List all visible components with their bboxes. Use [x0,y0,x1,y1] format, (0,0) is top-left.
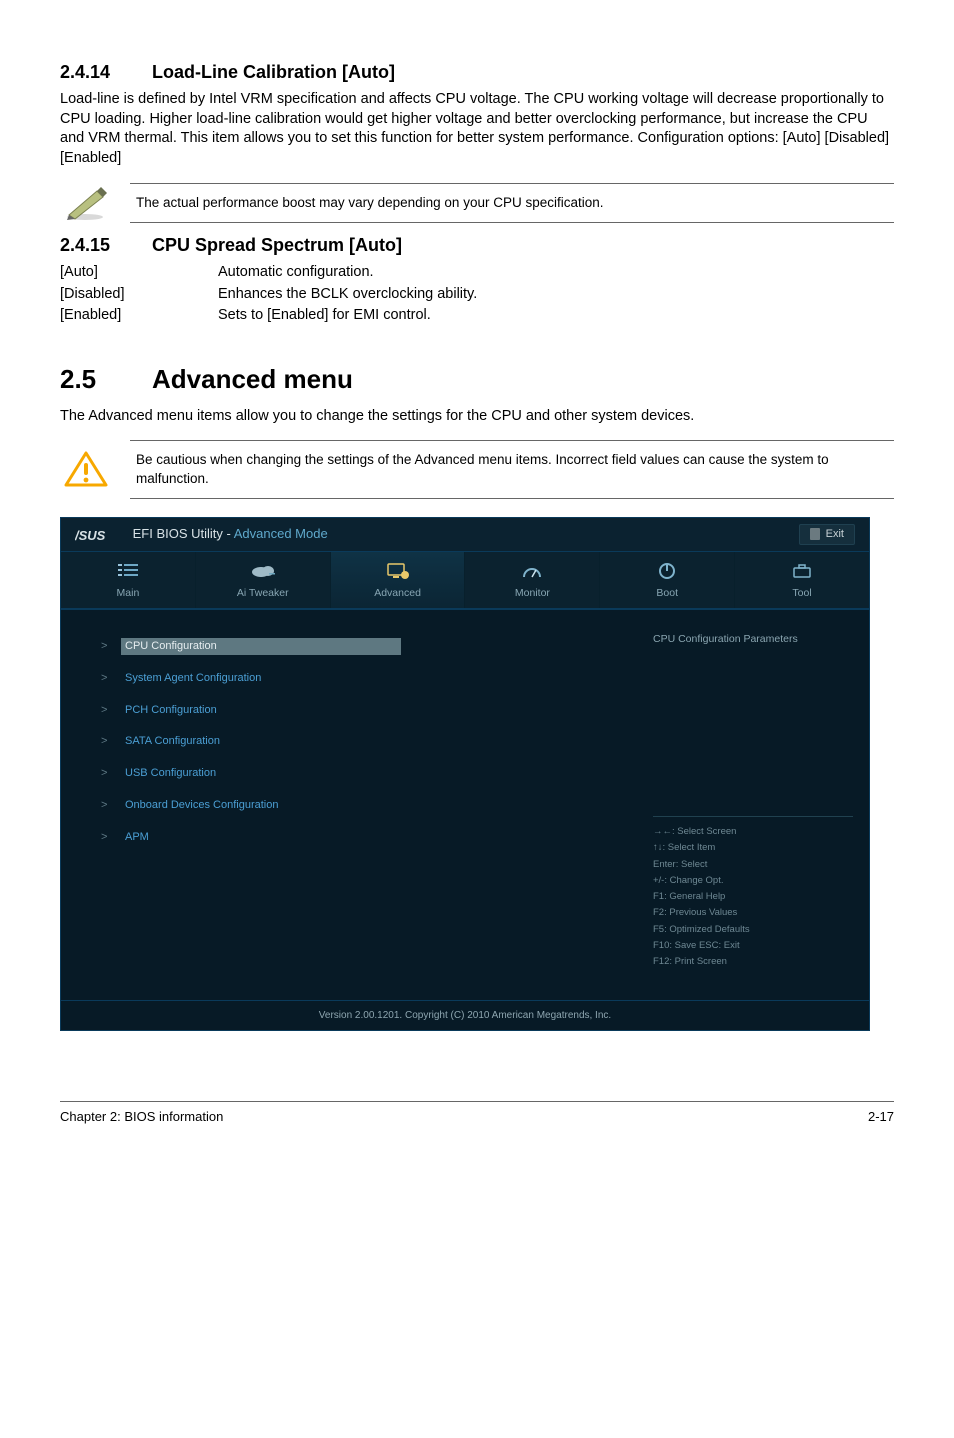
menu-item-system-agent[interactable]: > System Agent Configuration [101,670,621,687]
menu-item-apm[interactable]: > APM [101,829,621,846]
tab-ai-tweaker[interactable]: Ai Tweaker [196,552,331,608]
option-table: [Auto] Automatic configuration. [Disable… [60,263,894,326]
tab-main[interactable]: Main [61,552,196,608]
briefcase-icon [735,562,869,580]
menu-label: CPU Configuration [121,638,401,655]
section-heading-2-4-15: 2.4.15CPU Spread Spectrum [Auto] [60,233,894,257]
exit-label: Exit [826,527,844,542]
menu-item-onboard-devices[interactable]: > Onboard Devices Configuration [101,797,621,814]
chevron-right-icon: > [101,639,111,654]
bios-help-panel: CPU Configuration Parameters →←: Select … [637,610,869,1000]
menu-item-sata[interactable]: > SATA Configuration [101,733,621,750]
chevron-right-icon: > [101,671,111,686]
option-row: [Auto] Automatic configuration. [60,263,894,283]
menu-label: PCH Configuration [121,702,221,719]
tab-label: Ai Tweaker [196,586,330,600]
option-key: [Enabled] [60,306,218,326]
bios-titlebar: /SUS EFI BIOS Utility - Advanced Mode Ex… [61,518,869,552]
monitor-gear-icon [331,562,465,580]
tab-tool[interactable]: Tool [735,552,869,608]
help-key: +/-: Change Opt. [653,874,853,888]
svg-text:/SUS: /SUS [75,528,106,542]
help-key: F10: Save ESC: Exit [653,939,853,953]
help-key: F1: General Help [653,890,853,904]
menu-label: USB Configuration [121,765,220,782]
section-heading-2-5: 2.5Advanced menu [60,362,894,397]
chevron-right-icon: > [101,734,111,749]
help-key: Enter: Select [653,858,853,872]
tab-label: Tool [735,586,869,600]
page-footer: Chapter 2: BIOS information 2-17 [60,1101,894,1126]
chevron-right-icon: > [101,830,111,845]
bios-title-white: EFI BIOS Utility - [133,526,234,541]
option-row: [Disabled] Enhances the BCLK overclockin… [60,285,894,305]
tab-label: Monitor [465,586,599,600]
asus-logo-icon: /SUS [75,528,125,542]
exit-icon [810,528,820,540]
menu-label: Onboard Devices Configuration [121,797,282,814]
bios-menu-panel: > CPU Configuration > System Agent Confi… [61,610,637,1000]
exit-button[interactable]: Exit [799,524,855,545]
option-key: [Disabled] [60,285,218,305]
chevron-right-icon: > [101,766,111,781]
tab-boot[interactable]: Boot [600,552,735,608]
tab-label: Main [61,586,195,600]
option-value: Automatic configuration. [218,263,894,283]
help-key: ↑↓: Select Item [653,841,853,855]
tab-advanced[interactable]: Advanced [331,552,466,608]
section-number: 2.4.15 [60,233,152,257]
footer-right: 2-17 [868,1108,894,1126]
gauge-icon [465,562,599,580]
menu-item-pch[interactable]: > PCH Configuration [101,702,621,719]
power-icon [600,562,734,580]
bios-tabbar: Main Ai Tweaker Advanced Monitor Boot [61,552,869,610]
menu-label: SATA Configuration [121,733,224,750]
option-value: Sets to [Enabled] for EMI control. [218,306,894,326]
bios-body: > CPU Configuration > System Agent Confi… [61,610,869,1000]
help-divider [653,816,853,817]
list-icon [61,562,195,580]
warning-icon [60,450,112,490]
cloud-icon [196,562,330,580]
help-key: F12: Print Screen [653,955,853,969]
menu-label: System Agent Configuration [121,670,265,687]
help-key: →←: Select Screen [653,825,853,839]
section-title: Advanced menu [152,364,353,394]
section-body: The Advanced menu items allow you to cha… [60,407,894,427]
tab-label: Advanced [331,586,465,600]
warning-box: Be cautious when changing the settings o… [60,440,894,498]
help-title: CPU Configuration Parameters [653,632,853,646]
section-title: CPU Spread Spectrum [Auto] [152,235,402,255]
bios-footer: Version 2.00.1201. Copyright (C) 2010 Am… [61,1000,869,1031]
option-key: [Auto] [60,263,218,283]
pencil-icon [60,183,112,223]
section-number: 2.4.14 [60,60,152,84]
tab-label: Boot [600,586,734,600]
section-title: Load-Line Calibration [Auto] [152,62,395,82]
chevron-right-icon: > [101,703,111,718]
chevron-right-icon: > [101,798,111,813]
menu-item-usb[interactable]: > USB Configuration [101,765,621,782]
bios-title: /SUS EFI BIOS Utility - Advanced Mode [75,525,328,543]
menu-label: APM [121,829,153,846]
option-value: Enhances the BCLK overclocking ability. [218,285,894,305]
section-number: 2.5 [60,362,152,397]
warning-text: Be cautious when changing the settings o… [130,440,894,498]
bios-screenshot: /SUS EFI BIOS Utility - Advanced Mode Ex… [60,517,870,1032]
bios-title-blue: Advanced Mode [234,526,328,541]
note-text: The actual performance boost may vary de… [130,183,894,223]
menu-item-cpu-configuration[interactable]: > CPU Configuration [101,638,621,655]
option-row: [Enabled] Sets to [Enabled] for EMI cont… [60,306,894,326]
section-heading-2-4-14: 2.4.14Load-Line Calibration [Auto] [60,60,894,84]
help-key: F2: Previous Values [653,906,853,920]
note-box: The actual performance boost may vary de… [60,183,894,223]
help-keys: →←: Select Screen ↑↓: Select Item Enter:… [653,825,853,969]
help-key: F5: Optimized Defaults [653,923,853,937]
section-body: Load-line is defined by Intel VRM specif… [60,90,894,168]
tab-monitor[interactable]: Monitor [465,552,600,608]
footer-left: Chapter 2: BIOS information [60,1108,223,1126]
